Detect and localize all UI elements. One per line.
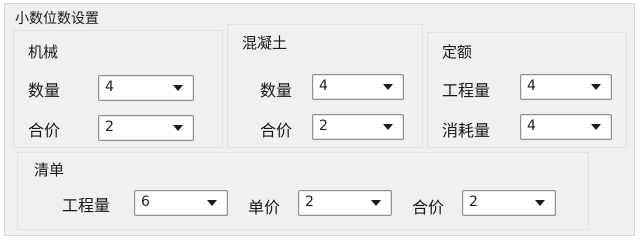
quota-group-title: 定额 [442, 43, 473, 61]
quota-consumption-value: 4 [527, 118, 536, 134]
bill-total-label: 合价 [412, 198, 445, 217]
bill-unit-price-select[interactable]: 2 [298, 190, 392, 216]
chevron-down-icon [173, 125, 183, 131]
quota-work-quantity-value: 4 [527, 78, 536, 94]
chevron-down-icon [383, 84, 393, 90]
chevron-down-icon [591, 84, 601, 90]
chevron-down-icon [535, 200, 545, 206]
concrete-group-title: 混凝土 [242, 34, 288, 52]
chevron-down-icon [207, 200, 217, 206]
concrete-group: 混凝土 数量 4 合价 2 [227, 24, 423, 148]
concrete-total-select[interactable]: 2 [312, 114, 404, 140]
bill-work-quantity-value: 6 [141, 194, 150, 210]
machine-quantity-select[interactable]: 4 [98, 75, 194, 101]
machine-total-value: 2 [105, 119, 114, 135]
concrete-total-value: 2 [319, 118, 328, 134]
quota-work-quantity-label: 工程量 [442, 81, 491, 100]
concrete-quantity-label: 数量 [260, 81, 293, 100]
machine-quantity-label: 数量 [28, 81, 61, 100]
bill-total-select[interactable]: 2 [462, 190, 556, 216]
bill-group-title: 清单 [34, 161, 65, 179]
machine-group: 机械 数量 4 合价 2 [13, 30, 223, 148]
machine-total-label: 合价 [28, 121, 61, 140]
chevron-down-icon [591, 124, 601, 130]
concrete-quantity-select[interactable]: 4 [312, 74, 404, 100]
quota-work-quantity-select[interactable]: 4 [520, 74, 612, 100]
bill-unit-price-label: 单价 [248, 198, 281, 217]
quota-consumption-select[interactable]: 4 [520, 114, 612, 140]
machine-quantity-value: 4 [105, 79, 114, 95]
chevron-down-icon [383, 124, 393, 130]
concrete-total-label: 合价 [260, 121, 293, 140]
concrete-quantity-value: 4 [319, 78, 328, 94]
quota-consumption-label: 消耗量 [442, 121, 491, 140]
quota-group: 定额 工程量 4 消耗量 4 [427, 32, 627, 148]
chevron-down-icon [173, 85, 183, 91]
chevron-down-icon [371, 200, 381, 206]
machine-group-title: 机械 [28, 43, 59, 61]
machine-total-select[interactable]: 2 [98, 115, 194, 141]
bill-total-value: 2 [469, 194, 478, 210]
bill-work-quantity-label: 工程量 [62, 196, 111, 215]
bill-work-quantity-select[interactable]: 6 [134, 190, 228, 216]
panel-title: 小数位数设置 [15, 11, 99, 27]
bill-unit-price-value: 2 [305, 194, 314, 210]
bill-group: 清单 工程量 6 单价 2 合价 2 [17, 152, 589, 230]
decimal-settings-panel: 小数位数设置 机械 数量 4 合价 2 混凝土 数量 4 合价 2 定额 工程量 [4, 3, 635, 236]
